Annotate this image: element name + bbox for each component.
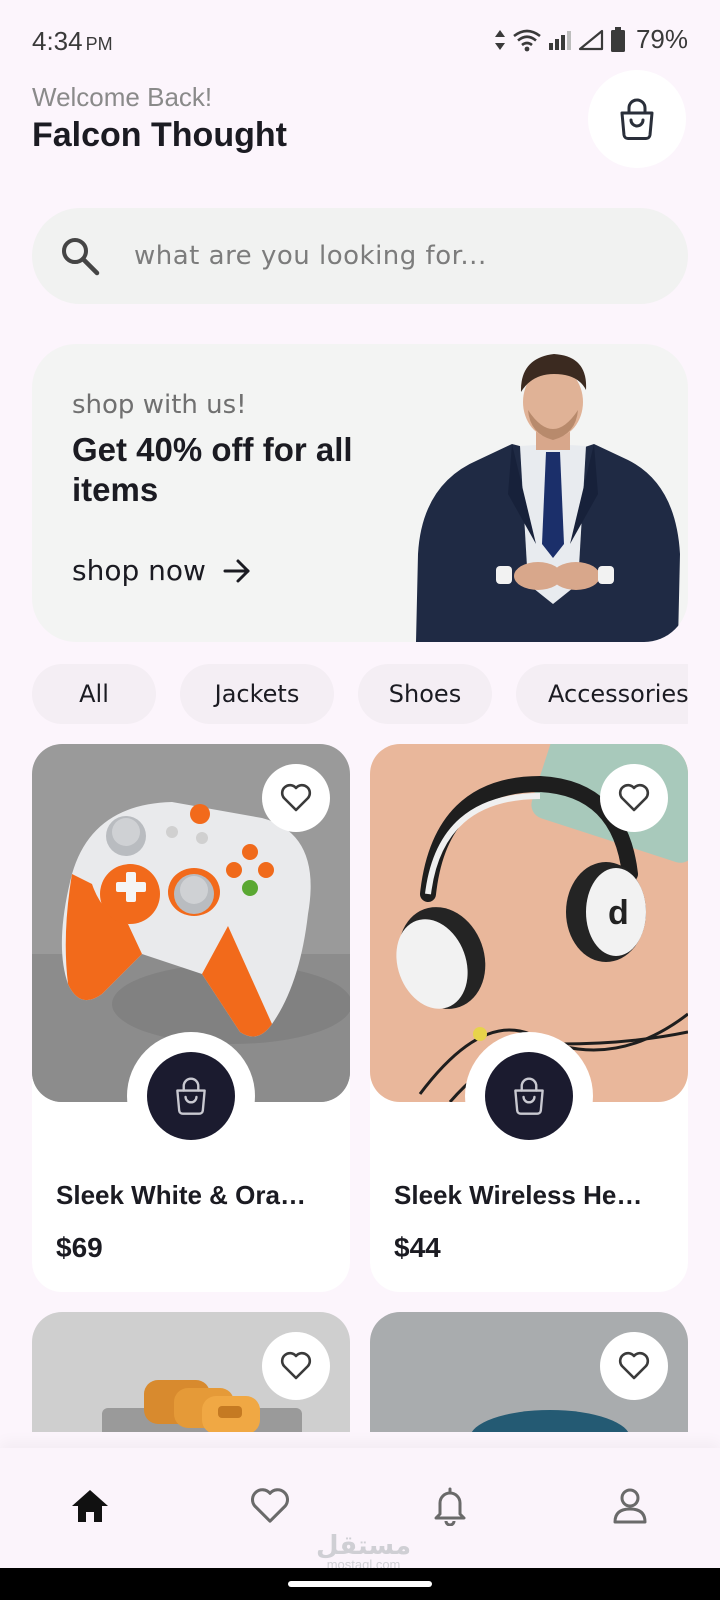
cart-button[interactable] <box>588 70 686 168</box>
signal-triangle-icon <box>578 29 604 50</box>
arrow-right-icon <box>223 559 250 582</box>
status-time: 4:34 PM <box>32 26 113 57</box>
shopping-bag-icon <box>620 98 654 141</box>
favorite-button[interactable] <box>262 1332 330 1400</box>
watermark: مستقل mostaql.com <box>316 1530 411 1572</box>
user-name: Falcon Thought <box>32 116 287 154</box>
status-ampm: PM <box>85 34 113 54</box>
nav-home[interactable] <box>60 1476 120 1536</box>
shopping-bag-icon <box>514 1077 544 1115</box>
add-to-cart-ring <box>465 1032 593 1160</box>
search-icon[interactable] <box>58 234 102 278</box>
bell-icon <box>434 1487 466 1526</box>
shopping-bag-icon <box>176 1077 206 1115</box>
promo-model-image <box>416 354 680 642</box>
category-all[interactable]: All <box>32 664 156 724</box>
status-icons: 79% <box>494 24 688 55</box>
status-bar: 4:34 PM 79% <box>0 0 720 80</box>
promo-tag: shop with us! <box>72 390 247 420</box>
category-accessories[interactable]: Accessories <box>516 664 688 724</box>
user-icon <box>613 1488 647 1524</box>
shop-now-button[interactable]: shop now <box>72 554 252 587</box>
nav-favorites[interactable] <box>240 1476 300 1536</box>
status-time-value: 4:34 <box>32 26 83 56</box>
search-input[interactable] <box>134 241 654 271</box>
category-tabs: All Jackets Shoes Accessories <box>32 664 688 724</box>
battery-percent: 79% <box>635 24 688 54</box>
data-arrows-icon <box>494 29 505 50</box>
promo-banner[interactable]: shop with us! Get 40% off for all items … <box>32 344 688 642</box>
svg-text:d: d <box>608 894 629 932</box>
category-shoes[interactable]: Shoes <box>358 664 492 724</box>
heart-icon <box>251 1488 289 1523</box>
favorite-button[interactable] <box>600 1332 668 1400</box>
heart-icon <box>280 1351 312 1380</box>
heart-icon <box>618 783 650 812</box>
product-card[interactable] <box>370 1312 688 1432</box>
add-to-cart-button[interactable] <box>147 1052 235 1140</box>
shop-now-label: shop now <box>72 554 206 587</box>
nav-profile[interactable] <box>600 1476 660 1536</box>
product-card[interactable]: d Sleek Wireless He… $44 <box>370 744 688 1292</box>
product-title[interactable]: Sleek Wireless He… <box>394 1180 664 1211</box>
home-gesture-handle[interactable] <box>288 1581 432 1587</box>
promo-headline: Get 40% off for all items <box>72 431 353 508</box>
add-to-cart-button[interactable] <box>485 1052 573 1140</box>
product-title[interactable]: Sleek White & Ora… <box>56 1180 326 1211</box>
heart-icon <box>280 783 312 812</box>
welcome-text: Welcome Back! <box>32 82 213 112</box>
favorite-button[interactable] <box>600 764 668 832</box>
nav-notifications[interactable] <box>420 1476 480 1536</box>
product-card[interactable] <box>32 1312 350 1432</box>
add-to-cart-ring <box>127 1032 255 1160</box>
battery-icon <box>610 26 625 52</box>
home-icon <box>72 1490 108 1522</box>
search-bar[interactable] <box>32 208 688 304</box>
heart-icon <box>618 1351 650 1380</box>
cell-signal-icon <box>548 30 571 50</box>
category-jackets[interactable]: Jackets <box>180 664 334 724</box>
favorite-button[interactable] <box>262 764 330 832</box>
product-card[interactable]: Sleek White & Ora… $69 <box>32 744 350 1292</box>
product-price: $44 <box>394 1232 441 1263</box>
product-price: $69 <box>56 1232 103 1263</box>
system-gesture-bar <box>0 1568 720 1600</box>
wifi-icon <box>513 29 541 51</box>
